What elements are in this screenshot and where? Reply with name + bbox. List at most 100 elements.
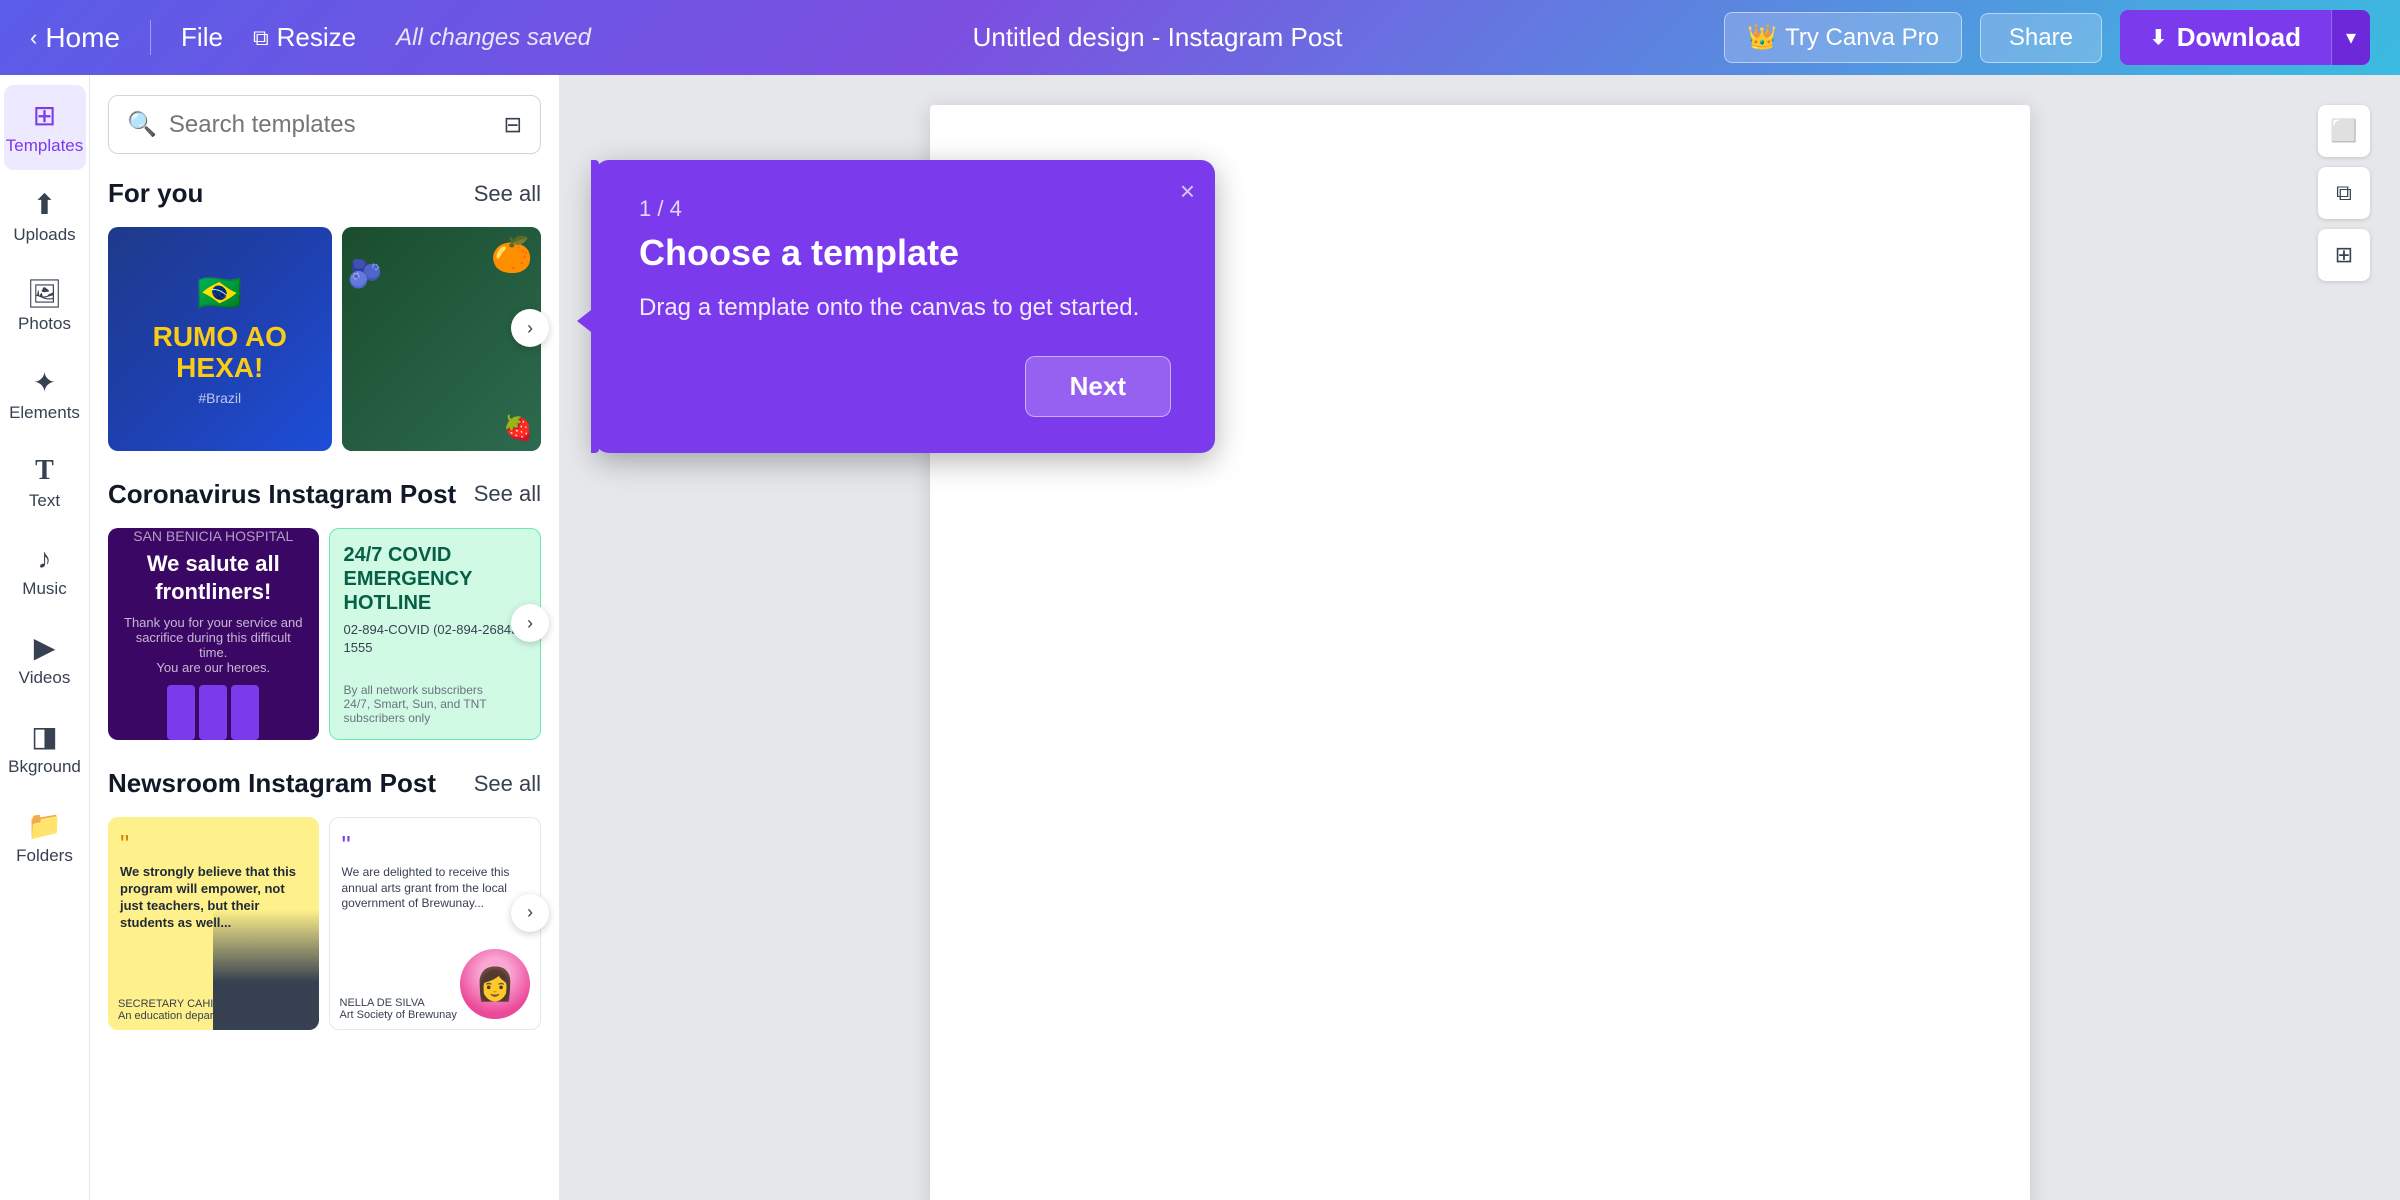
download-group: ⬇ Download ▾ — [2120, 10, 2370, 65]
text-nav-label: Text — [29, 491, 60, 511]
resize-label: Resize — [277, 22, 356, 53]
tooltip-title: Choose a template — [639, 232, 1171, 274]
back-icon: ‹ — [30, 25, 37, 51]
newsroom-see-all[interactable]: See all — [474, 771, 541, 797]
tooltip-description: Drag a template onto the canvas to get s… — [639, 290, 1171, 326]
search-bar: 🔍 ⊟ — [108, 95, 541, 154]
news2-quote-icon: " — [342, 830, 529, 861]
sidebar-item-videos[interactable]: ▶ Videos — [4, 617, 86, 702]
template-card-news1[interactable]: " We strongly believe that this program … — [108, 817, 319, 1030]
sidebar-item-music[interactable]: ♪ Music — [4, 529, 86, 613]
for-you-title: For you — [108, 178, 203, 209]
uploads-icon: ⬆ — [33, 188, 56, 221]
left-nav: ⊞ Templates ⬆ Uploads 🖼 Photos ✦ Element… — [0, 75, 90, 1200]
canvas-tool-frame[interactable]: ⬜ — [2318, 105, 2370, 157]
text-icon: T — [35, 455, 54, 487]
folders-icon: 📁 — [27, 809, 62, 842]
covid1-fig3 — [231, 685, 259, 740]
topbar-divider — [150, 20, 151, 55]
elements-icon: ✦ — [33, 366, 56, 399]
templates-sidebar: 🔍 ⊟ For you See all 🇧🇷 RUMO AOHEXA! #Bra… — [90, 75, 560, 1200]
brazil-sub: #Brazil — [198, 390, 241, 406]
covid1-fig1 — [167, 685, 195, 740]
newsroom-title: Newsroom Instagram Post — [108, 768, 436, 799]
brazil-flag: 🇧🇷 — [197, 272, 242, 314]
tooltip-footer: Next — [639, 356, 1171, 417]
canvas-tool-duplicate[interactable]: ⧉ — [2318, 167, 2370, 219]
tooltip-indicator — [591, 160, 599, 453]
home-label: Home — [45, 22, 120, 54]
bkground-icon: ◨ — [31, 720, 57, 753]
resize-icon: ⧉ — [253, 25, 269, 51]
news2-person: 👩 — [460, 949, 530, 1019]
for-you-section: For you See all 🇧🇷 RUMO AOHEXA! #Brazil … — [108, 178, 541, 479]
coronavirus-grid: SAN BENICIA HOSPITAL We salute all front… — [108, 528, 541, 741]
topbar: ‹ Home File ⧉ Resize All changes saved U… — [0, 0, 2400, 75]
canvas-area: × 1 / 4 Choose a template Drag a templat… — [560, 75, 2400, 1200]
search-input[interactable] — [169, 111, 492, 139]
elements-nav-label: Elements — [9, 403, 80, 423]
sidebar-item-photos[interactable]: 🖼 Photos — [4, 263, 86, 348]
templates-nav-label: Templates — [6, 136, 83, 156]
photos-icon: 🖼 — [27, 277, 63, 310]
file-link[interactable]: File — [181, 22, 223, 53]
coronavirus-next-arrow[interactable]: › — [511, 604, 549, 642]
covid1-fig2 — [199, 685, 227, 740]
videos-nav-label: Videos — [19, 668, 71, 688]
main-layout: ⊞ Templates ⬆ Uploads 🖼 Photos ✦ Element… — [0, 75, 2400, 1200]
coronavirus-section: Coronavirus Instagram Post See all SAN B… — [108, 479, 541, 769]
tooltip-close-button[interactable]: × — [1180, 176, 1195, 207]
try-canva-button[interactable]: 👑 Try Canva Pro — [1724, 12, 1962, 63]
try-canva-label: Try Canva Pro — [1785, 24, 1939, 52]
covid2-title: 24/7 COVID EMERGENCY HOTLINE — [344, 543, 527, 615]
music-icon: ♪ — [38, 543, 52, 575]
news2-attribution: NELLA DE SILVAArt Society of Brewunay — [340, 997, 457, 1021]
news2-person-circle: 👩 — [460, 949, 530, 1019]
template-card-news2[interactable]: " We are delighted to receive this annua… — [329, 817, 542, 1030]
newsroom-header: Newsroom Instagram Post See all — [108, 768, 541, 799]
download-caret-button[interactable]: ▾ — [2331, 10, 2370, 65]
bkground-nav-label: Bkground — [8, 757, 81, 777]
saved-status: All changes saved — [396, 24, 591, 52]
for-you-header: For you See all — [108, 178, 541, 209]
download-button[interactable]: ⬇ Download — [2120, 10, 2331, 65]
for-you-grid: 🇧🇷 RUMO AOHEXA! #Brazil 🍊 🫐 Stay Fresh f… — [108, 227, 541, 451]
tooltip-next-button[interactable]: Next — [1025, 356, 1171, 417]
template-card-brazil[interactable]: 🇧🇷 RUMO AOHEXA! #Brazil — [108, 227, 332, 451]
download-icon: ⬇ — [2150, 25, 2167, 50]
sidebar-item-text[interactable]: T Text — [4, 441, 86, 525]
home-button[interactable]: ‹ Home — [30, 22, 120, 54]
newsroom-next-arrow[interactable]: › — [511, 894, 549, 932]
topbar-left: ‹ Home File ⧉ Resize All changes saved — [30, 20, 591, 55]
brazil-text: RUMO AOHEXA! — [153, 322, 287, 384]
newsroom-grid: " We strongly believe that this program … — [108, 817, 541, 1030]
coronavirus-header: Coronavirus Instagram Post See all — [108, 479, 541, 510]
coronavirus-title: Coronavirus Instagram Post — [108, 479, 456, 510]
sidebar-item-templates[interactable]: ⊞ Templates — [4, 85, 86, 170]
folders-nav-label: Folders — [16, 846, 73, 866]
covid2-info: 02-894-COVID (02-894-26843)1555 — [344, 621, 527, 657]
filter-icon[interactable]: ⊟ — [504, 112, 522, 138]
sidebar-item-folders[interactable]: 📁 Folders — [4, 795, 86, 880]
crown-icon: 👑 — [1747, 23, 1777, 52]
template-card-covid2[interactable]: 24/7 COVID EMERGENCY HOTLINE 02-894-COVI… — [329, 528, 542, 741]
canvas-tool-expand[interactable]: ⊞ — [2318, 229, 2370, 281]
sidebar-item-bkground[interactable]: ◨ Bkground — [4, 706, 86, 791]
raspberry-decor: 🍓 — [503, 414, 533, 443]
sidebar-item-elements[interactable]: ✦ Elements — [4, 352, 86, 437]
tooltip-popup: × 1 / 4 Choose a template Drag a templat… — [595, 160, 1215, 453]
resize-button[interactable]: ⧉ Resize — [253, 22, 356, 53]
templates-icon: ⊞ — [33, 99, 56, 132]
sidebar-item-uploads[interactable]: ⬆ Uploads — [4, 174, 86, 259]
template-card-fresh[interactable]: 🍊 🫐 Stay Fresh for the Summer 🍓 — [342, 227, 542, 451]
coronavirus-see-all[interactable]: See all — [474, 481, 541, 507]
download-label: Download — [2177, 22, 2301, 53]
share-button[interactable]: Share — [1980, 13, 2102, 63]
template-card-covid1[interactable]: SAN BENICIA HOSPITAL We salute all front… — [108, 528, 319, 741]
for-you-next-arrow[interactable]: › — [511, 309, 549, 347]
topbar-right: 👑 Try Canva Pro Share ⬇ Download ▾ — [1724, 10, 2370, 65]
music-nav-label: Music — [22, 579, 66, 599]
covid2-footer: By all network subscribers24/7, Smart, S… — [344, 683, 527, 725]
news2-text: We are delighted to receive this annual … — [342, 865, 529, 912]
for-you-see-all[interactable]: See all — [474, 181, 541, 207]
